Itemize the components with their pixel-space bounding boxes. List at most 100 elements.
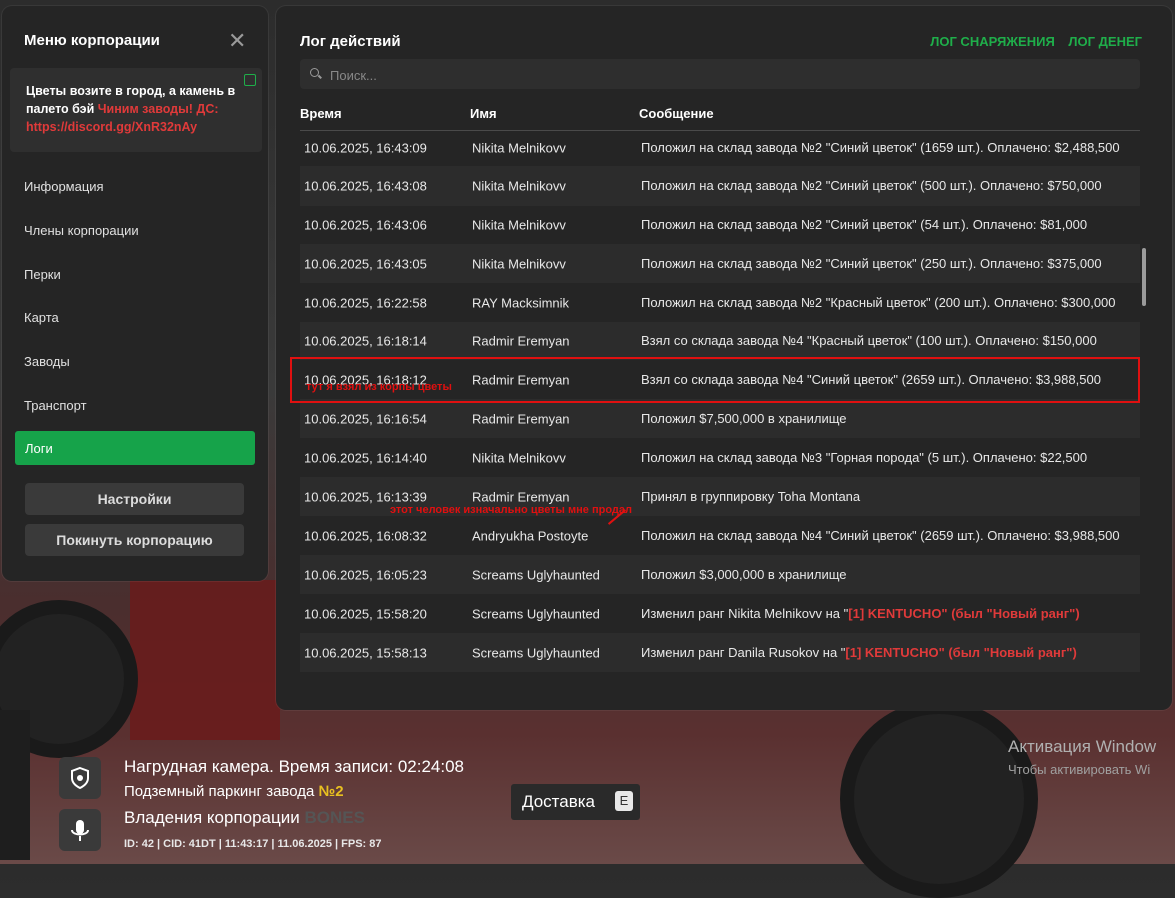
table-row: 10.06.2025, 16:43:06 Nikita Melnikovv Поло… xyxy=(300,206,1140,244)
annotation-took: тут я взял из корпы цветы xyxy=(306,381,452,393)
table-row: 10.06.2025, 16:05:23 Screams Uglyhaunted П… xyxy=(300,555,1140,594)
log-table: 10.06.2025, 16:43:09 Nikita Melnikovv Поло… xyxy=(300,130,1140,676)
sidebar-item-transport[interactable]: Транспорт xyxy=(24,398,87,413)
delivery-label: Доставка xyxy=(522,792,596,811)
cell-message: Взял со склада завода №4 "Красный цветок… xyxy=(641,333,1137,349)
tab-equipment-log[interactable]: ЛОГ СНАРЯЖЕНИЯ xyxy=(930,34,1055,49)
cell-message: Положил $7,500,000 в хранилище xyxy=(641,411,1137,427)
shield-icon xyxy=(59,757,101,799)
delivery-prompt[interactable]: Доставка E xyxy=(511,784,640,820)
cell-name: Screams Uglyhaunted xyxy=(472,606,600,621)
cell-name: Andryukha Postoyte xyxy=(472,528,589,543)
message-rank: [1] KENTUCHO" (был "Новый ранг") xyxy=(845,644,1077,660)
status-bar: ID: 42 | CID: 41DT | 11:43:17 | 11.06.20… xyxy=(124,838,382,850)
table-row: 10.06.2025, 16:43:09 Nikita Melnikovv Поло… xyxy=(300,130,1140,166)
cell-time: 10.06.2025, 16:05:23 xyxy=(304,567,427,582)
message-text: Положил на склад завода №2 "Синий цветок… xyxy=(641,178,1102,193)
corporation-menu: Меню корпорации ✕ Цветы возите в город, … xyxy=(2,6,268,581)
column-time: Время xyxy=(300,106,342,121)
cell-message: Положил на склад завода №2 "Красный цвет… xyxy=(641,295,1137,311)
message-text: Взял со склада завода №4 "Красный цветок… xyxy=(641,333,1097,348)
sidebar-item-label: Логи xyxy=(25,441,53,456)
table-row: 10.06.2025, 16:43:05 Nikita Melnikovv Поло… xyxy=(300,244,1140,283)
cell-message: Положил на склад завода №3 "Горная пород… xyxy=(641,450,1137,466)
message-text: Положил на склад завода №2 "Синий цветок… xyxy=(641,140,1120,155)
message-text: Положил на склад завода №2 "Синий цветок… xyxy=(641,255,1102,271)
cell-message: Положил $3,000,000 в хранилище xyxy=(641,567,1137,583)
sidebar-item-members[interactable]: Члены корпорации xyxy=(24,223,139,238)
table-row: 10.06.2025, 15:58:20 Screams Uglyhaunted И… xyxy=(300,594,1140,633)
cell-name: Nikita Melnikovv xyxy=(472,217,566,233)
windows-activation-text: Чтобы активировать Wi xyxy=(1008,762,1151,777)
sidebar-item-factories[interactable]: Заводы xyxy=(24,354,70,369)
table-row: 10.06.2025, 16:14:40 Nikita Melnikovv Поло… xyxy=(300,438,1140,477)
ownership-label: Владения корпорации BONES xyxy=(124,808,365,827)
table-row: 10.06.2025, 16:18:14 Radmir Eremyan Взял с… xyxy=(300,322,1140,360)
table-row: 10.06.2025, 16:08:32 Andryukha Postoyte По… xyxy=(300,516,1140,555)
search-icon xyxy=(310,68,319,77)
location-label: Подземный паркинг завода №2 xyxy=(124,783,344,800)
car-wheel-right xyxy=(840,700,1038,898)
background-scene xyxy=(130,580,280,740)
cell-name: Nikita Melnikovv xyxy=(472,256,566,271)
table-header: Время Имя Сообщение xyxy=(300,106,1140,131)
cell-message: Положил на склад завода №2 "Синий цветок… xyxy=(641,140,1137,156)
cell-name: Screams Uglyhaunted xyxy=(472,645,600,660)
message-rank: [1] KENTUCHO" (был "Новый ранг") xyxy=(848,605,1080,621)
sidebar-item-perks[interactable]: Перки xyxy=(24,267,61,282)
settings-button[interactable]: Настройки xyxy=(25,483,244,515)
cell-name: Radmir Eremyan xyxy=(472,333,570,349)
tab-money-log[interactable]: ЛОГ ДЕНЕГ xyxy=(1068,34,1142,49)
cell-message: Положил на склад завода №4 "Синий цветок… xyxy=(641,528,1137,544)
cell-message: Положил на склад завода №2 "Синий цветок… xyxy=(641,217,1137,233)
column-message: Сообщение xyxy=(639,106,714,121)
log-tabs: ЛОГ СНАРЯЖЕНИЯ ЛОГ ДЕНЕГ xyxy=(920,34,1142,49)
sidebar-item-map[interactable]: Карта xyxy=(24,310,59,325)
cell-name: Nikita Melnikovv xyxy=(472,450,566,465)
annotation-seller: этот человек изначально цветы мне продал xyxy=(390,504,632,516)
cell-message: Изменил ранг Danila Rusokov на "[1] KENT… xyxy=(641,645,1137,661)
cell-name: Radmir Eremyan xyxy=(472,411,570,426)
cell-time: 10.06.2025, 15:58:20 xyxy=(304,606,427,621)
cell-message: Принял в группировку Toha Montana xyxy=(641,489,1137,505)
cell-message: Изменил ранг Nikita Melnikovv на "[1] KE… xyxy=(641,606,1137,622)
corporation-notice: Цветы возите в город, а камень в палето … xyxy=(10,68,262,152)
message-text: Изменил ранг Danila Rusokov на " xyxy=(641,644,846,660)
table-row: 10.06.2025, 15:58:13 Screams Uglyhaunted И… xyxy=(300,633,1140,672)
menu-title: Меню корпорации xyxy=(24,32,160,49)
cell-time: 10.06.2025, 16:08:32 xyxy=(304,528,427,543)
search-input[interactable] xyxy=(328,64,1122,86)
sidebar-item-info[interactable]: Информация xyxy=(24,179,104,194)
column-name: Имя xyxy=(470,106,497,121)
cell-time: 10.06.2025, 16:43:08 xyxy=(304,178,427,194)
close-icon[interactable]: ✕ xyxy=(228,28,246,54)
cell-name: RAY Macksimnik xyxy=(472,295,570,310)
highlight-box xyxy=(290,357,1140,403)
table-row: 10.06.2025, 16:16:54 Radmir Eremyan Положи… xyxy=(300,399,1140,438)
sidebar-item-logs[interactable]: Логи xyxy=(15,431,255,465)
search-bar xyxy=(300,59,1140,89)
leave-corporation-button[interactable]: Покинуть корпорацию xyxy=(25,524,244,556)
action-log-panel: Лог действий ЛОГ СНАРЯЖЕНИЯ ЛОГ ДЕНЕГ Вр… xyxy=(276,6,1172,710)
cell-time: 10.06.2025, 16:43:09 xyxy=(304,140,427,156)
scrollbar[interactable] xyxy=(1142,248,1146,306)
message-text: Принял в группировку Toha Montana xyxy=(641,488,861,504)
cell-time: 10.06.2025, 16:16:54 xyxy=(304,411,427,426)
message-text: Положил на склад завода №3 "Горная пород… xyxy=(641,449,1088,465)
key-hint: E xyxy=(615,791,633,811)
message-text: Положил $7,500,000 в хранилище xyxy=(641,410,847,426)
message-text: Положил $3,000,000 в хранилище xyxy=(641,566,847,582)
cell-time: 10.06.2025, 16:43:05 xyxy=(304,256,427,271)
cell-time: 10.06.2025, 15:58:13 xyxy=(304,645,427,660)
table-row: 10.06.2025, 16:43:08 Nikita Melnikovv Поло… xyxy=(300,166,1140,206)
message-text: Положил на склад завода №2 "Синий цветок… xyxy=(641,217,1088,232)
cell-name: Screams Uglyhaunted xyxy=(472,567,600,582)
bodycam-status: Нагрудная камера. Время записи: 02:24:08 xyxy=(124,757,465,776)
cell-name: Nikita Melnikovv xyxy=(472,178,566,194)
cell-message: Положил на склад завода №2 "Синий цветок… xyxy=(641,178,1137,194)
cell-name: Nikita Melnikovv xyxy=(472,140,566,156)
message-text: Изменил ранг Nikita Melnikovv на " xyxy=(641,605,849,621)
cell-name: Radmir Eremyan xyxy=(472,489,570,504)
background-wall xyxy=(0,710,30,860)
cell-time: 10.06.2025, 16:43:06 xyxy=(304,217,427,233)
